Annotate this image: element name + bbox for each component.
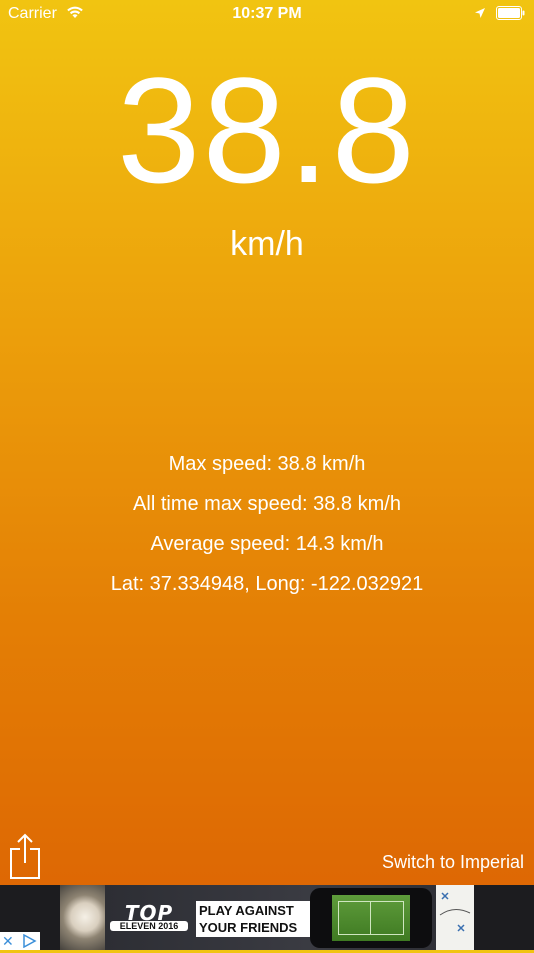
ad-coffee-image	[60, 885, 105, 950]
ad-creative[interactable]: TOP ELEVEN 2016 PLAY AGAINST YOUR FRIEND…	[60, 885, 474, 950]
ad-pitch-center-line	[370, 902, 371, 934]
speed-stats: Max speed: 38.8 km/h All time max speed:…	[0, 450, 534, 610]
location-arrow-icon	[474, 6, 486, 24]
coordinates-label: Lat: 37.334948, Long: -122.032921	[110, 573, 424, 595]
battery-icon	[496, 6, 526, 25]
ad-brand-bottom: ELEVEN 2016	[110, 921, 188, 931]
ad-phone-screen	[332, 895, 410, 941]
switch-to-imperial-button[interactable]: Switch to Imperial	[382, 852, 524, 873]
ad-headline: PLAY AGAINST YOUR FRIENDS	[196, 901, 312, 937]
ad-choices-icon[interactable]	[21, 933, 37, 949]
current-speed-value: 38.8	[117, 46, 417, 214]
ad-banner[interactable]: TOP ELEVEN 2016 PLAY AGAINST YOUR FRIEND…	[0, 885, 534, 950]
ad-tactics-image	[436, 885, 474, 950]
status-bar: Carrier 10:37 PM	[0, 0, 534, 30]
status-time: 10:37 PM	[232, 5, 302, 22]
ad-brand-logo: TOP ELEVEN 2016	[110, 897, 188, 937]
all-time-max-speed-label: All time max speed: 38.8 km/h	[133, 493, 401, 515]
ad-pitch-lines	[338, 901, 404, 935]
share-icon	[8, 833, 42, 884]
speed-unit-label: km/h	[230, 225, 304, 263]
max-speed-label: Max speed: 38.8 km/h	[168, 453, 366, 475]
close-icon[interactable]: ✕	[2, 932, 14, 950]
share-button[interactable]	[8, 832, 42, 880]
ad-choices[interactable]: ✕	[0, 932, 40, 950]
average-speed-label: Average speed: 14.3 km/h	[150, 533, 384, 555]
ad-phone-image	[310, 888, 432, 948]
